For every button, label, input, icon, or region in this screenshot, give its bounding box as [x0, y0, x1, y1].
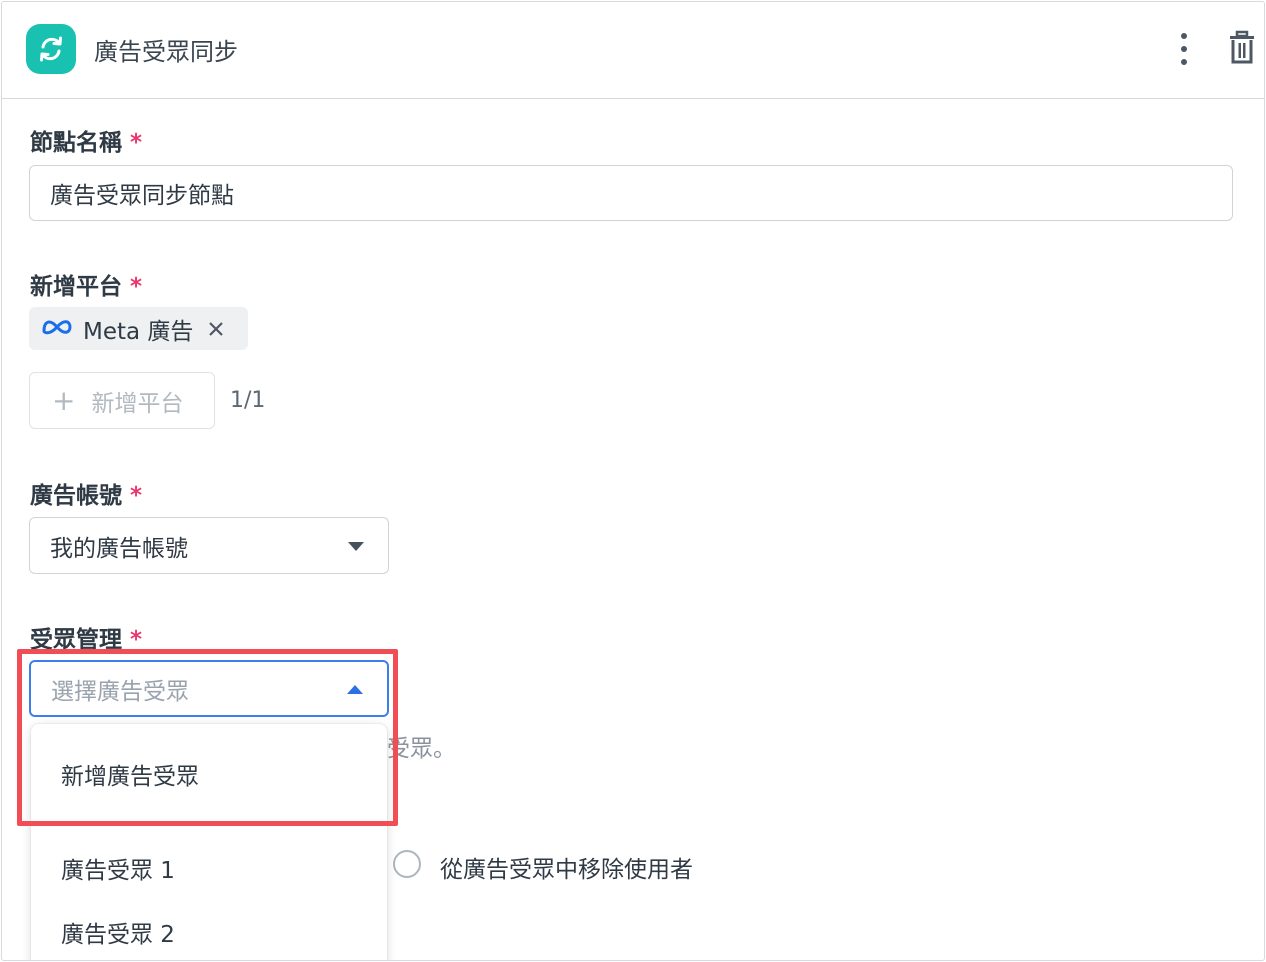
- meta-icon: [41, 317, 73, 341]
- platform-label: 新增平台 *: [30, 274, 143, 300]
- required-mark: *: [130, 130, 143, 156]
- audience-placeholder: 選擇廣告受眾: [51, 678, 189, 705]
- kebab-menu-icon[interactable]: [1172, 30, 1196, 68]
- required-mark: *: [130, 483, 143, 509]
- plus-icon: +: [52, 383, 76, 417]
- required-mark: *: [130, 274, 143, 300]
- platform-counter: 1/1: [230, 388, 266, 413]
- dropdown-option-audience-1[interactable]: 廣告受眾 1: [61, 851, 175, 885]
- close-icon[interactable]: [207, 320, 225, 338]
- ad-account-label: 廣告帳號 *: [30, 483, 143, 509]
- remove-users-radio-label: 從廣告受眾中移除使用者: [440, 857, 693, 883]
- chevron-down-icon: [348, 542, 364, 551]
- node-settings-panel: 廣告受眾同步 節點名稱 * 廣告受眾同步節點 新增平台 * Meta 廣告 + …: [1, 1, 1265, 961]
- sync-icon: [26, 24, 76, 74]
- dropdown-option-audience-2[interactable]: 廣告受眾 2: [61, 915, 175, 949]
- add-platform-label: 新增平台: [91, 390, 184, 417]
- panel-title: 廣告受眾同步: [94, 38, 238, 66]
- audience-label: 受眾管理 *: [30, 627, 143, 653]
- node-name-input[interactable]: 廣告受眾同步節點: [29, 165, 1233, 221]
- node-name-label: 節點名稱 *: [30, 130, 143, 156]
- required-mark: *: [130, 627, 143, 653]
- chevron-up-icon: [347, 685, 363, 694]
- panel-header: 廣告受眾同步: [2, 2, 1264, 99]
- ad-account-select[interactable]: 我的廣告帳號: [29, 517, 389, 574]
- remove-users-radio[interactable]: [393, 850, 421, 878]
- ad-account-value: 我的廣告帳號: [50, 535, 188, 562]
- dropdown-option-new-audience[interactable]: 新增廣告受眾: [61, 757, 199, 791]
- audience-hint: 受眾。: [387, 736, 456, 762]
- platform-chip-label: Meta 廣告: [83, 318, 194, 345]
- audience-dropdown: 新增廣告受眾 廣告受眾 1 廣告受眾 2: [31, 724, 387, 960]
- trash-icon[interactable]: [1226, 30, 1258, 66]
- add-platform-button[interactable]: + 新增平台: [29, 372, 215, 429]
- audience-select[interactable]: 選擇廣告受眾: [29, 660, 389, 717]
- platform-chip: Meta 廣告: [29, 307, 248, 350]
- node-name-value: 廣告受眾同步節點: [50, 183, 234, 209]
